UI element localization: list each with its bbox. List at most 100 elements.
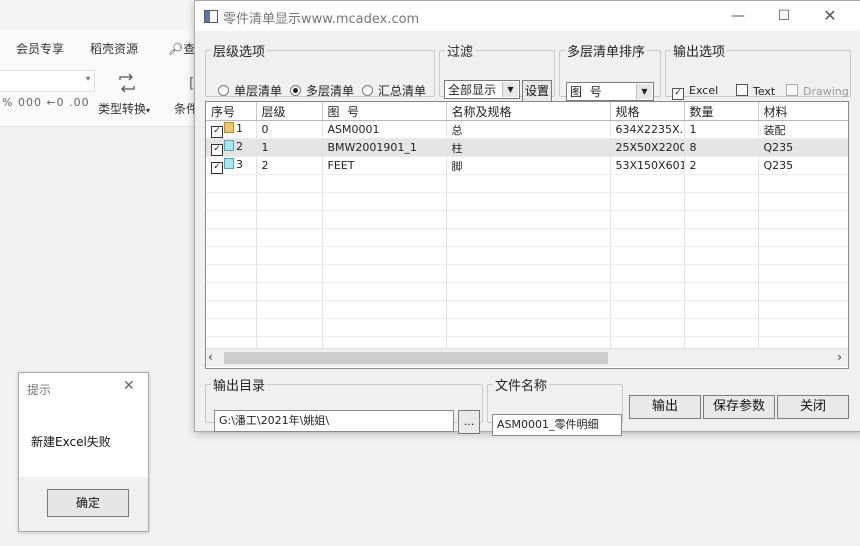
cell-material: 装配 xyxy=(758,120,848,139)
cell-material: Q235 xyxy=(758,156,848,175)
col-header-seq[interactable]: 序号 xyxy=(206,102,257,121)
empty-cell xyxy=(610,318,685,337)
empty-cell xyxy=(256,282,323,301)
bg-tab-member[interactable]: 会员专享 xyxy=(16,40,64,57)
output-options-legend: 输出选项 xyxy=(673,45,726,60)
empty-cell xyxy=(206,192,257,211)
empty-cell xyxy=(256,174,323,193)
col-header-name[interactable]: 名称及规格 xyxy=(446,102,611,121)
empty-cell xyxy=(684,228,759,247)
empty-cell xyxy=(446,300,611,319)
radio-multi-level[interactable]: 多层清单 xyxy=(290,82,354,99)
maximize-button[interactable]: ☐ xyxy=(761,1,807,31)
chevron-down-icon: ▼ xyxy=(636,84,652,99)
cell-level: 0 xyxy=(256,120,323,139)
sort-select[interactable]: 图 号 ▼ xyxy=(566,82,654,101)
table-row[interactable]: ✓ 2 1 BMW2001901_1 柱 25X50X2200 8 Q235 xyxy=(206,138,848,157)
empty-cell xyxy=(256,246,323,265)
col-header-level[interactable]: 层级 xyxy=(256,102,323,121)
type-convert-icon[interactable] xyxy=(116,72,138,94)
checkbox-checked-icon[interactable]: ✓ xyxy=(211,125,223,138)
empty-cell xyxy=(206,282,257,301)
empty-table-row xyxy=(206,264,848,283)
empty-cell xyxy=(206,228,257,247)
filter-settings-button[interactable]: 设置 xyxy=(522,80,552,102)
checkbox-unchecked-icon xyxy=(736,84,748,96)
bg-tab-docer[interactable]: 稻壳资源 xyxy=(90,40,138,57)
chevron-down-icon: ▼ xyxy=(502,82,518,97)
cell-seq: ✓ 2 xyxy=(206,138,257,157)
empty-cell xyxy=(610,264,685,283)
radio-single-level[interactable]: 单层清单 xyxy=(218,82,282,99)
empty-cell xyxy=(322,300,447,319)
file-name-field[interactable]: ASM0001_零件明细 xyxy=(492,414,622,436)
table-row[interactable]: ✓ 1 0 ASM0001 总 634X2235X... 1 装配 xyxy=(206,120,848,139)
col-header-drawing-no[interactable]: 图 号 xyxy=(322,102,447,121)
file-name-legend: 文件名称 xyxy=(495,379,548,394)
sort-select-value: 图 号 xyxy=(570,85,602,99)
checkbox-checked-icon[interactable]: ✓ xyxy=(211,161,223,174)
horizontal-scrollbar[interactable]: ‹ › xyxy=(206,348,848,367)
filter-legend: 过滤 xyxy=(447,45,474,60)
cell-name: 脚 xyxy=(446,156,611,175)
close-icon[interactable]: ✕ xyxy=(123,378,135,394)
part-list-dialog: 零件清单显示www.mcadex.com — ☐ ✕ 层级选项 单层清单 多层清… xyxy=(194,0,860,436)
scroll-right-icon[interactable]: › xyxy=(837,350,842,364)
filter-select[interactable]: 全部显示 ▼ xyxy=(444,80,520,99)
browse-button[interactable]: ... xyxy=(458,410,480,434)
type-convert-label: 类型转换 xyxy=(98,102,147,116)
output-directory-field[interactable]: G:\潘工\2021年\姚姐\ xyxy=(214,410,454,432)
level-options-legend: 层级选项 xyxy=(213,45,266,60)
empty-cell xyxy=(446,318,611,337)
close-button[interactable]: 关闭 xyxy=(777,395,849,419)
checkbox-drawing: Drawing xyxy=(786,84,849,98)
table-row[interactable]: ✓ 3 2 FEET 脚 53X150X601 2 Q235 xyxy=(206,156,848,175)
empty-cell xyxy=(206,318,257,337)
bg-number-format-buttons[interactable]: % 000 ←0 .00 xyxy=(2,96,90,109)
cell-seq: ✓ 3 xyxy=(206,156,257,175)
save-params-button[interactable]: 保存参数 xyxy=(703,395,775,419)
col-header-spec[interactable]: 规格 xyxy=(610,102,685,121)
radio-single-level-label: 单层清单 xyxy=(234,84,283,98)
checkbox-text[interactable]: Text xyxy=(736,84,775,98)
empty-cell xyxy=(610,192,685,211)
empty-cell xyxy=(446,246,611,265)
empty-table-row xyxy=(206,228,848,247)
radio-summary-label: 汇总清单 xyxy=(378,84,427,98)
col-header-material[interactable]: 材料 xyxy=(758,102,848,121)
scroll-left-icon[interactable]: ‹ xyxy=(208,350,213,364)
ok-button[interactable]: 确定 xyxy=(47,489,129,517)
radio-summary[interactable]: 汇总清单 xyxy=(362,82,426,99)
output-options-group: 输出选项 ✓ Excel Text Drawing xyxy=(665,41,851,100)
cell-seq-value: 1 xyxy=(236,121,243,135)
cell-qty: 1 xyxy=(684,120,759,139)
close-window-button[interactable]: ✕ xyxy=(807,1,853,31)
empty-table-row xyxy=(206,300,848,319)
col-header-qty[interactable]: 数量 xyxy=(684,102,759,121)
cell-spec: 634X2235X... xyxy=(610,120,685,139)
minimize-button[interactable]: — xyxy=(715,1,761,31)
checkbox-checked-icon[interactable]: ✓ xyxy=(211,143,223,156)
empty-cell xyxy=(758,300,848,319)
bg-number-format-combo[interactable]: ▾ xyxy=(0,70,95,92)
empty-table-row xyxy=(206,318,848,337)
dialog-title-bar[interactable]: 零件清单显示www.mcadex.com — ☐ ✕ xyxy=(195,1,860,31)
checkbox-unchecked-icon xyxy=(786,84,798,96)
checkbox-excel[interactable]: ✓ Excel xyxy=(672,84,718,100)
empty-cell xyxy=(684,318,759,337)
empty-cell xyxy=(446,282,611,301)
scrollbar-thumb[interactable] xyxy=(224,352,608,364)
cell-name: 总 xyxy=(446,120,611,139)
chevron-down-icon: ▾ xyxy=(146,106,151,115)
empty-table-row xyxy=(206,174,848,193)
type-convert-button[interactable]: 类型转换▾ xyxy=(98,100,150,117)
part-list-table[interactable]: 序号 层级 图 号 名称及规格 规格 数量 材料 ✓ 1 0 ASM0001 总 … xyxy=(205,101,849,369)
output-button[interactable]: 输出 xyxy=(629,395,701,419)
checkbox-text-label: Text xyxy=(753,85,776,98)
message-box: 提示 ✕ 新建Excel失败 确定 xyxy=(18,372,149,532)
bg-tab-search[interactable]: 🔎︎查 xyxy=(168,40,195,57)
empty-cell xyxy=(758,174,848,193)
close-icon: ✕ xyxy=(823,6,837,25)
empty-cell xyxy=(684,300,759,319)
empty-cell xyxy=(758,282,848,301)
